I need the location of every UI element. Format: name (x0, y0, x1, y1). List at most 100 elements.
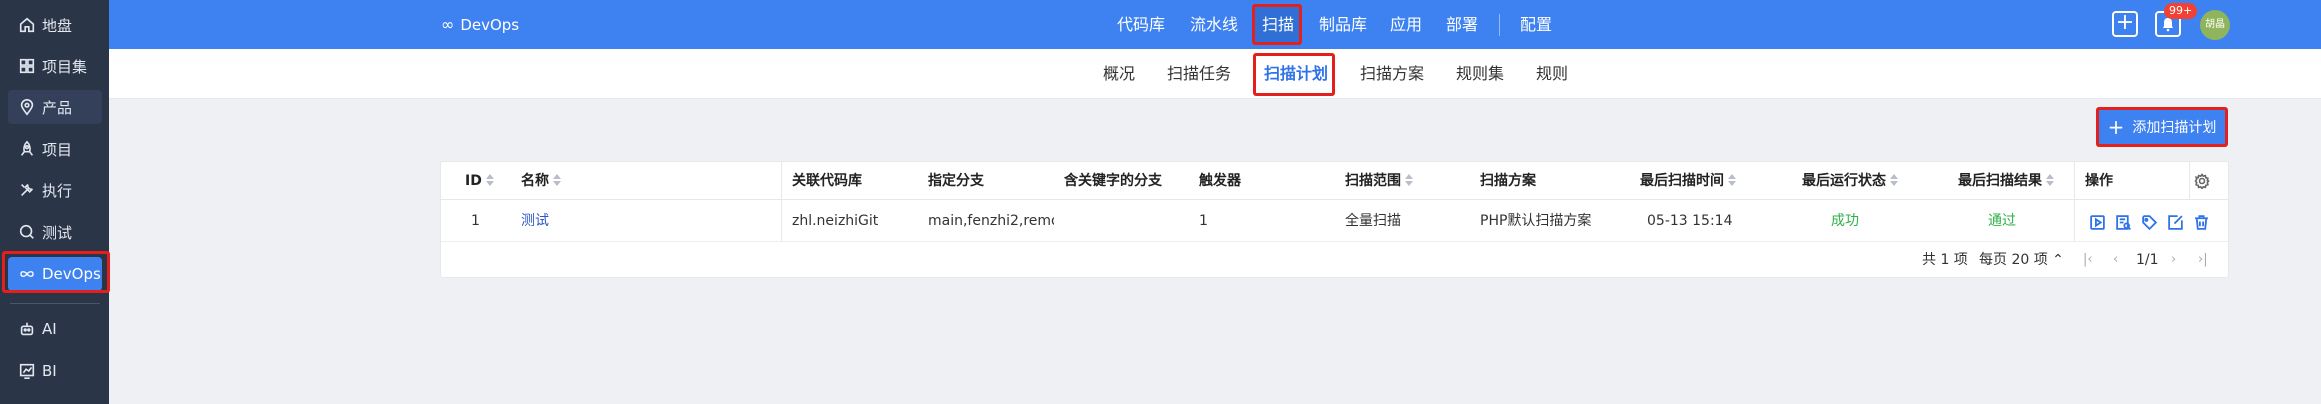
topnav-artifact[interactable]: 制品库 (1319, 0, 1367, 49)
topnav-repo[interactable]: 代码库 (1117, 0, 1165, 49)
sidebar-item-program[interactable]: 项目集 (8, 49, 102, 83)
sort-icon[interactable] (1728, 174, 1736, 186)
sidebar-item-ai[interactable]: AI (8, 312, 102, 346)
topnav-config[interactable]: 配置 (1520, 0, 1552, 49)
home-icon (16, 14, 38, 36)
sidebar-item-project[interactable]: 项目 (8, 132, 102, 166)
avatar[interactable]: 胡晶 (2200, 10, 2230, 40)
sort-icon[interactable] (1890, 174, 1898, 186)
gear-icon[interactable] (2194, 173, 2210, 190)
column-header-scope[interactable]: 扫描范围 (1345, 162, 1413, 200)
infinity-icon (16, 263, 38, 285)
column-header-last-result[interactable]: 最后扫描结果 (1958, 162, 2054, 200)
edit-icon[interactable] (2165, 212, 2185, 232)
sidebar-item-label: AI (42, 320, 57, 338)
cell-name-link[interactable]: 测试 (521, 200, 549, 242)
table-header: ID 名称 关联代码库 指定分支 含关键字的分支 触发器 扫描范围 扫描方案 最… (441, 162, 2228, 200)
robot-icon (16, 318, 38, 340)
tab-rules[interactable]: 规则 (1536, 49, 1568, 99)
delete-icon[interactable] (2191, 212, 2211, 232)
sidebar-divider (10, 303, 100, 304)
column-header-name[interactable]: 名称 (521, 162, 561, 200)
brand: ∞ DevOps (441, 0, 519, 49)
brand-title: DevOps (460, 15, 520, 34)
column-divider (2189, 162, 2190, 200)
page-indicator: 1/1 (2136, 252, 2159, 268)
left-sidebar: 地盘 项目集 产品 项目 执行 测试 DevOps AI BI (0, 0, 109, 404)
pagination-total: 共 1 项 (1922, 252, 1968, 268)
sort-icon[interactable] (553, 174, 561, 186)
topnav-pipeline[interactable]: 流水线 (1190, 0, 1238, 49)
column-header-trigger: 触发器 (1199, 173, 1241, 189)
execute-icon[interactable] (2087, 212, 2107, 232)
first-page-button[interactable]: |‹ (2083, 242, 2093, 278)
next-page-button[interactable]: › (2171, 242, 2176, 278)
sort-icon[interactable] (1405, 174, 1413, 186)
cell-plan: PHP默认扫描方案 (1480, 213, 1592, 229)
tab-scan-tasks[interactable]: 扫描任务 (1167, 49, 1231, 99)
per-page-select[interactable]: 每页 20 项 ⌃ (1979, 242, 2064, 278)
sidebar-item-label: 测试 (42, 223, 73, 242)
sort-icon[interactable] (2046, 174, 2054, 186)
topnav-deploy[interactable]: 部署 (1446, 0, 1478, 49)
notification-badge: 99+ (2164, 3, 2198, 19)
location-pin-icon (16, 96, 38, 118)
tab-scan-schemes[interactable]: 扫描方案 (1360, 49, 1424, 99)
column-header-repo: 关联代码库 (792, 173, 862, 189)
sidebar-item-test[interactable]: 测试 (8, 215, 102, 249)
cell-last-status: 成功 (1831, 213, 1859, 229)
column-header-keyword-branch: 含关键字的分支 (1064, 173, 1162, 189)
sidebar-item-product[interactable]: 产品 (8, 90, 102, 124)
tools-icon (16, 179, 38, 201)
view-report-icon[interactable] (2113, 212, 2133, 232)
chevron-up-icon: ⌃ (2052, 252, 2064, 268)
sidebar-item-label: 执行 (42, 181, 73, 200)
cell-branch: main,fenzhi2,remote (928, 213, 1054, 229)
rule-tag-icon[interactable] (2139, 212, 2159, 232)
sidebar-item-bi[interactable]: BI (8, 354, 102, 388)
scan-plan-table: ID 名称 关联代码库 指定分支 含关键字的分支 触发器 扫描范围 扫描方案 最… (440, 161, 2229, 278)
column-header-last-status[interactable]: 最后运行状态 (1802, 162, 1898, 200)
topnav-scan[interactable]: 扫描 (1262, 0, 1294, 49)
cell-scope: 全量扫描 (1345, 213, 1401, 229)
topnav-divider (1499, 14, 1500, 36)
column-header-branch: 指定分支 (928, 173, 984, 189)
search-icon (16, 221, 38, 243)
sidebar-item-label: 地盘 (42, 16, 73, 35)
plus-icon: + (2107, 115, 2125, 139)
infinity-icon: ∞ (441, 15, 455, 34)
add-button-label: 添加扫描计划 (2132, 120, 2217, 136)
sidebar-item-label: 产品 (42, 98, 73, 117)
prev-page-button[interactable]: ‹ (2113, 242, 2118, 278)
sidebar-item-label: 项目 (42, 140, 73, 159)
tab-rulesets[interactable]: 规则集 (1456, 49, 1504, 99)
tab-scan-plans[interactable]: 扫描计划 (1264, 49, 1328, 99)
column-header-actions: 操作 (2085, 173, 2113, 189)
row-actions (2087, 212, 2211, 232)
chart-icon (16, 360, 38, 382)
plus-icon: + (2115, 10, 2135, 35)
create-button[interactable]: + (2112, 11, 2138, 37)
column-header-id[interactable]: ID (465, 162, 494, 200)
rocket-icon (16, 138, 38, 160)
column-header-last-time[interactable]: 最后扫描时间 (1640, 162, 1736, 200)
tab-overview[interactable]: 概况 (1103, 49, 1135, 99)
cell-id: 1 (471, 213, 480, 229)
sidebar-item-label: 项目集 (42, 57, 88, 76)
grid-icon (16, 55, 38, 77)
sidebar-item-execution[interactable]: 执行 (8, 173, 102, 207)
sidebar-item-devops[interactable]: DevOps (8, 257, 102, 291)
sidebar-item-label: BI (42, 362, 57, 380)
last-page-button[interactable]: ›| (2198, 242, 2208, 278)
sort-icon[interactable] (485, 174, 494, 186)
add-scan-plan-button[interactable]: + 添加扫描计划 (2096, 107, 2228, 147)
topnav-app[interactable]: 应用 (1390, 0, 1422, 49)
table-row[interactable]: 1 测试 zhl.neizhiGit main,fenzhi2,remote 1… (441, 200, 2228, 242)
sidebar-item-label: DevOps (42, 265, 101, 283)
cell-trigger: 1 (1199, 213, 1208, 229)
sidebar-item-dashboard[interactable]: 地盘 (8, 8, 102, 42)
cell-repo: zhl.neizhiGit (792, 213, 879, 229)
column-header-plan: 扫描方案 (1480, 173, 1536, 189)
cell-last-result: 通过 (1988, 213, 2016, 229)
cell-last-time: 05-13 15:14 (1647, 213, 1733, 229)
